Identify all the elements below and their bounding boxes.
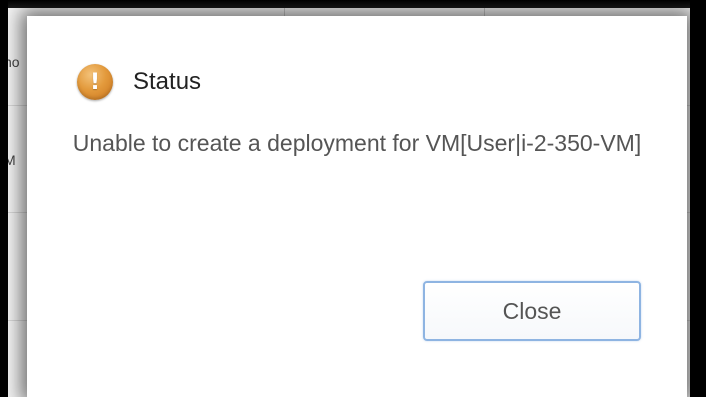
dialog-title: Status bbox=[133, 68, 202, 95]
dialog-header: ! Status bbox=[77, 62, 201, 102]
frame-edge-top bbox=[0, 0, 706, 8]
status-dialog: ! Status Unable to create a deployment f… bbox=[27, 16, 687, 397]
alert-exclamation-icon: ! bbox=[77, 64, 113, 100]
alert-glyph: ! bbox=[89, 69, 101, 95]
dialog-message: Unable to create a deployment for VM[Use… bbox=[72, 130, 642, 156]
frame-edge-left bbox=[0, 0, 8, 397]
close-button[interactable]: Close bbox=[423, 281, 641, 341]
screen: no M ! Status Unable to create a deploym… bbox=[0, 0, 706, 397]
frame-edge-right bbox=[690, 0, 706, 397]
